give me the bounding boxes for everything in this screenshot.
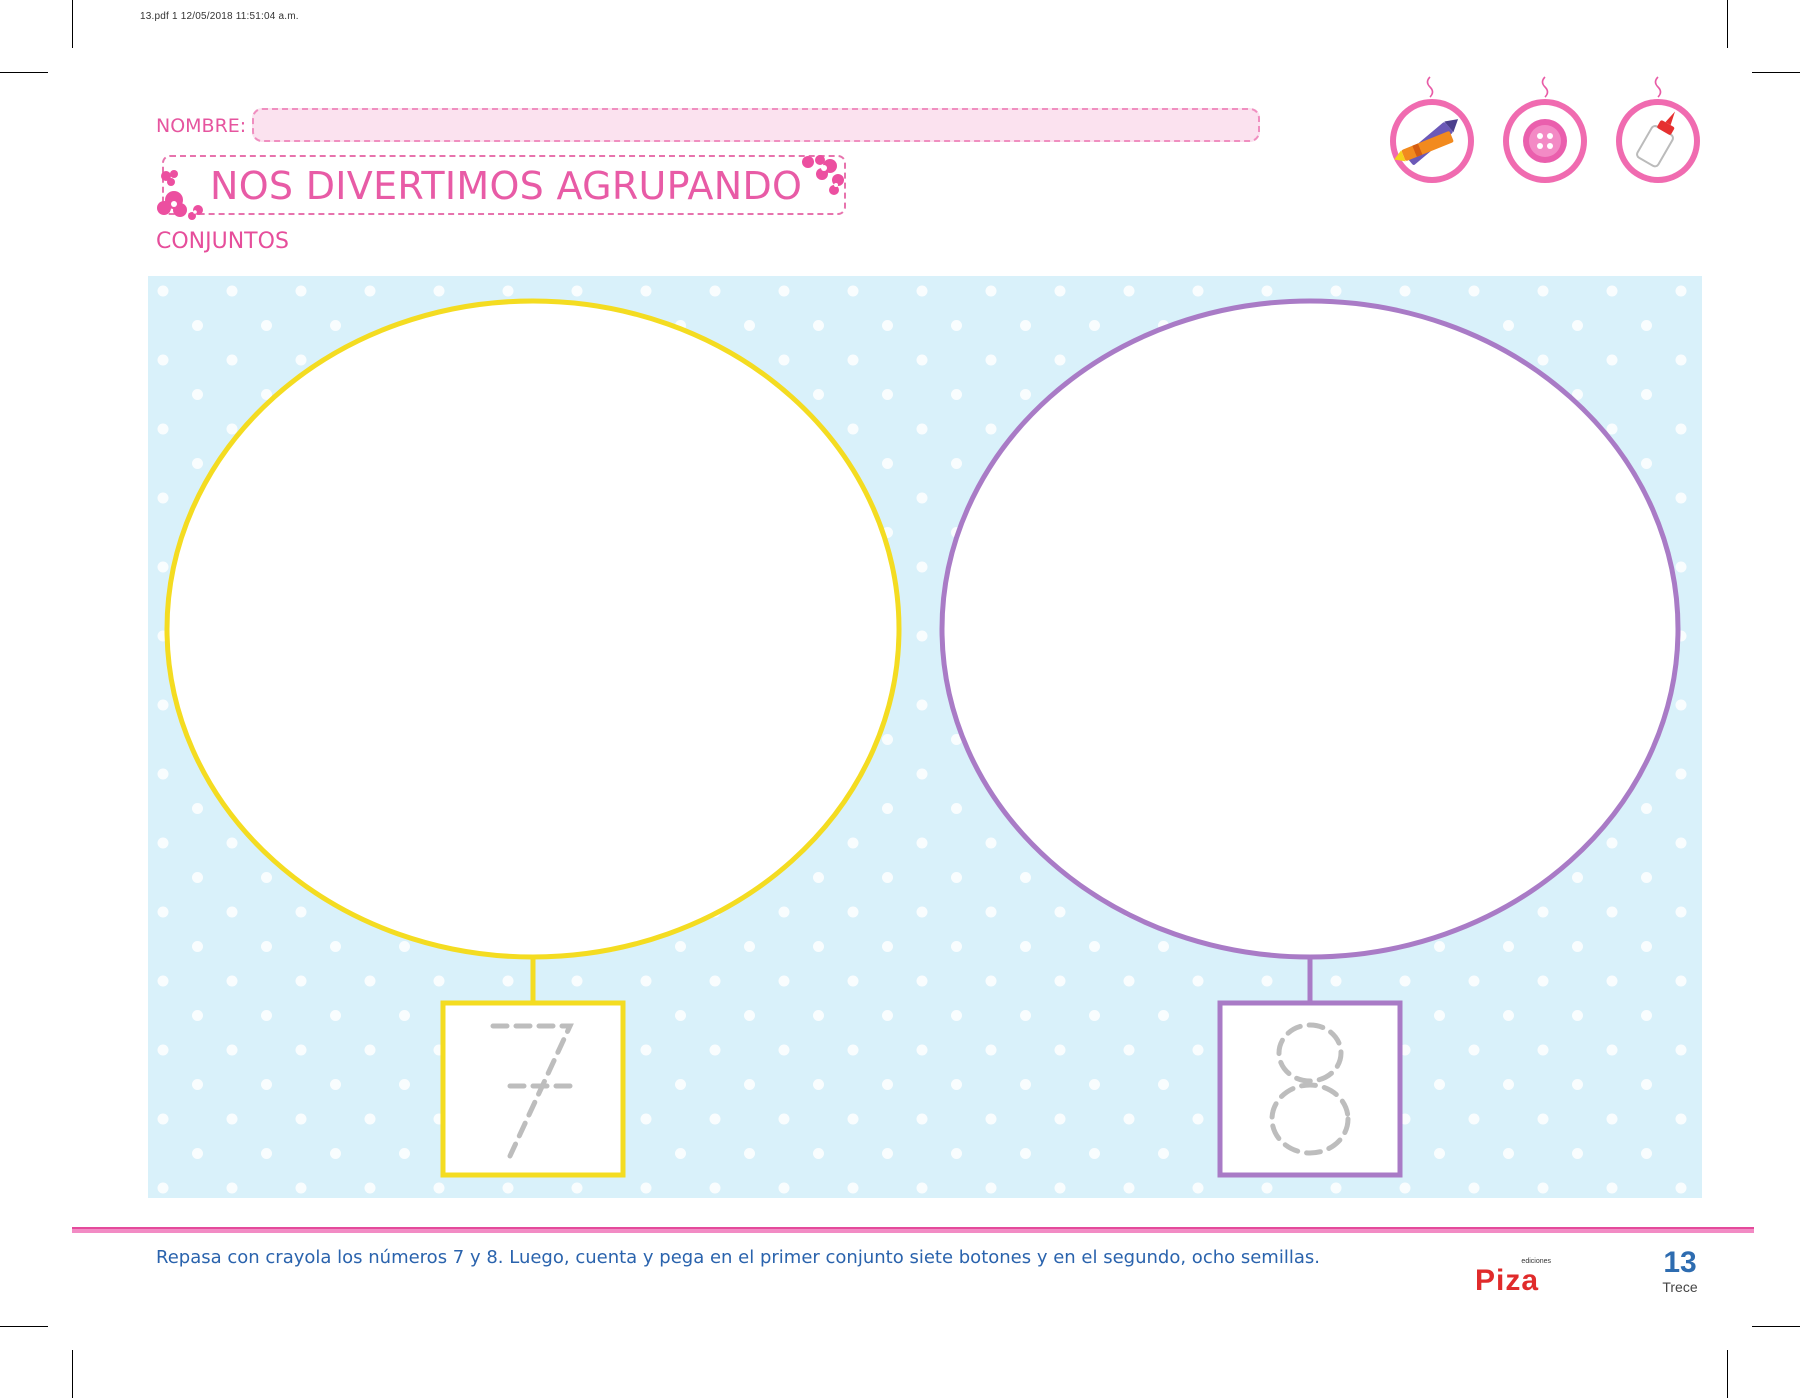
name-label: NOMBRE:	[156, 115, 247, 137]
crop-mark	[72, 1350, 73, 1398]
publisher-logo: ediciones Piza	[1475, 1258, 1555, 1298]
instruction-text: Repasa con crayola los números 7 y 8. Lu…	[156, 1247, 1320, 1268]
number-box-1[interactable]	[440, 1000, 626, 1178]
crop-mark	[1727, 1350, 1728, 1398]
set-circle-1[interactable]	[164, 298, 902, 960]
crop-mark	[0, 72, 48, 73]
section-subtitle: CONJUNTOS	[156, 229, 289, 254]
page-title: NOS DIVERTIMOS AGRUPANDO	[210, 164, 803, 208]
button-icon	[1503, 76, 1587, 183]
crop-mark	[72, 0, 73, 48]
flower-decoration-left	[157, 170, 203, 220]
page-number: 13	[1663, 1246, 1697, 1279]
crop-mark	[1727, 0, 1728, 48]
flower-decoration-right	[802, 155, 844, 195]
glue-icon	[1616, 76, 1700, 183]
crop-mark	[1752, 72, 1800, 73]
number-box-2[interactable]	[1217, 1000, 1403, 1178]
activity-area	[148, 276, 1702, 1198]
publisher-logo-name: Piza	[1475, 1264, 1540, 1297]
crop-mark	[0, 1326, 48, 1327]
footer-divider	[72, 1227, 1754, 1233]
set-circle-2[interactable]	[939, 298, 1681, 960]
crop-mark	[1752, 1326, 1800, 1327]
print-info: 13.pdf 1 12/05/2018 11:51:04 a.m.	[140, 11, 299, 22]
name-field[interactable]	[252, 108, 1260, 142]
crayon-icon	[1390, 76, 1474, 183]
page-number-word: Trece	[1662, 1279, 1698, 1295]
